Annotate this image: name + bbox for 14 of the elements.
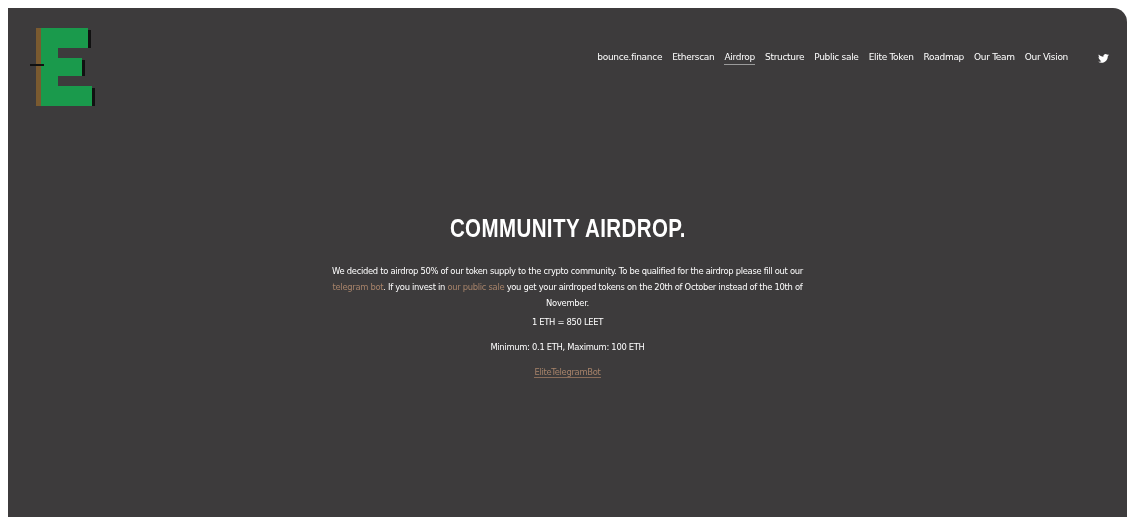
exchange-rate: 1 ETH = 850 LEET: [531, 317, 604, 327]
nav-link[interactable]: Etherscan: [672, 51, 715, 65]
nav-link[interactable]: Airdrop: [724, 51, 755, 65]
nav-link[interactable]: Roadmap: [923, 51, 965, 65]
intro-paragraph: We decided to airdrop 50% of our token supply to the crypto community. To be qualified for the airdrop please fill out our telegram bot. If you invest in our public sale you get your airdroped tokens on the 20th of October instead of the 10th of November.: [331, 265, 804, 310]
nav-link[interactable]: bounce.finance: [597, 51, 663, 65]
twitter-icon[interactable]: [1098, 53, 1109, 63]
nav-link[interactable]: Our Vision: [1024, 51, 1068, 65]
nav-link[interactable]: Elite Token: [868, 51, 914, 65]
investment-limits: Minimum: 0.1 ETH, Maximum: 100 ETH: [490, 342, 645, 352]
page-title: COMMUNITY AIRDROP.: [449, 214, 686, 243]
nav-link[interactable]: Structure: [765, 51, 805, 65]
nav-link[interactable]: Public sale: [814, 51, 859, 65]
nav-link[interactable]: Our Team: [974, 51, 1015, 65]
